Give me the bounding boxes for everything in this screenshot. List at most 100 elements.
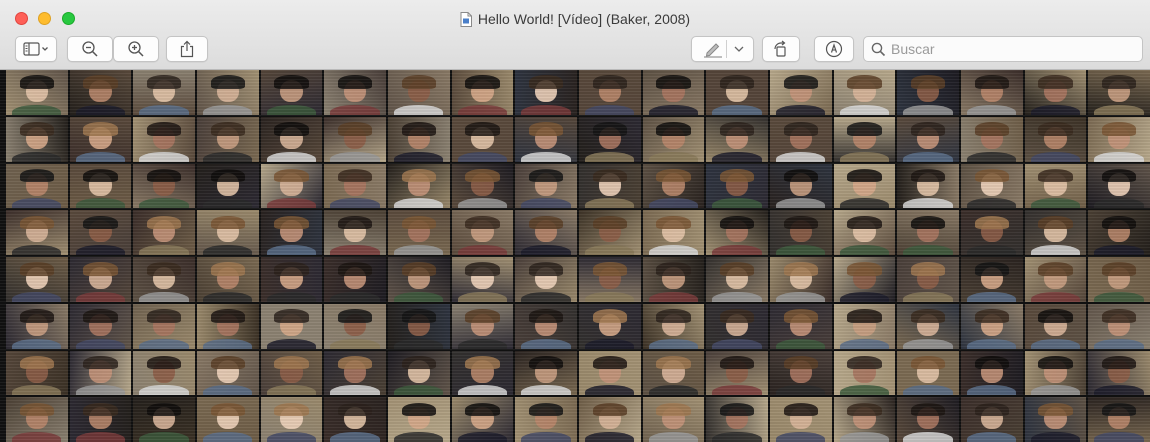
video-frame-subject bbox=[457, 291, 508, 302]
video-frame-subject bbox=[967, 432, 1017, 442]
video-frame-subject bbox=[203, 385, 253, 396]
zoom-out-button[interactable] bbox=[67, 36, 113, 62]
share-icon bbox=[179, 40, 195, 58]
video-frame-tile bbox=[133, 397, 195, 442]
video-frame-tile bbox=[69, 257, 132, 302]
zoom-in-button[interactable] bbox=[113, 36, 159, 62]
sidebar-toggle-button[interactable] bbox=[15, 36, 57, 62]
video-frame-subject bbox=[903, 385, 953, 396]
video-frame-tile bbox=[706, 303, 768, 349]
video-frame-subject bbox=[457, 151, 508, 162]
video-frame-subject bbox=[839, 291, 890, 302]
video-frame-tile bbox=[961, 70, 1023, 115]
video-frame-subject bbox=[776, 151, 826, 162]
video-frame-subject bbox=[457, 432, 508, 442]
video-frame-tile bbox=[1024, 210, 1087, 255]
video-frame-subject bbox=[712, 104, 762, 115]
video-frame-subject bbox=[457, 245, 508, 255]
video-frame-subject bbox=[12, 198, 62, 209]
video-frame-tile bbox=[133, 350, 195, 396]
video-frame-subject bbox=[203, 338, 253, 349]
video-frame-subject bbox=[1030, 104, 1081, 115]
video-frame-mosaic bbox=[6, 70, 1150, 442]
video-frame-subject bbox=[266, 104, 317, 115]
markup-toolbar-button[interactable] bbox=[814, 36, 854, 62]
video-frame-subject bbox=[967, 385, 1017, 396]
video-frame-tile bbox=[451, 350, 514, 396]
video-frame-tile bbox=[706, 70, 768, 115]
video-frame-tile bbox=[197, 397, 259, 442]
video-frame-tile bbox=[515, 397, 577, 442]
video-frame-subject bbox=[203, 151, 253, 162]
video-frame-subject bbox=[776, 338, 826, 349]
document-viewer[interactable] bbox=[0, 70, 1150, 442]
video-frame-subject bbox=[330, 104, 380, 115]
video-frame-subject bbox=[203, 198, 253, 209]
video-frame-tile bbox=[897, 303, 959, 349]
video-frame-subject bbox=[457, 198, 508, 209]
video-frame-tile bbox=[961, 116, 1023, 162]
video-frame-tile bbox=[1024, 163, 1087, 209]
video-frame-tile bbox=[69, 210, 132, 255]
video-frame-tile bbox=[1024, 303, 1087, 349]
video-frame-tile bbox=[324, 210, 386, 255]
chevron-down-icon[interactable] bbox=[733, 44, 745, 54]
video-frame-subject bbox=[139, 245, 189, 255]
video-frame-subject bbox=[585, 104, 635, 115]
video-frame-tile bbox=[579, 257, 641, 302]
video-frame-subject bbox=[1094, 245, 1144, 255]
video-frame-subject bbox=[330, 291, 380, 302]
share-button[interactable] bbox=[166, 36, 208, 62]
video-frame-subject bbox=[1030, 385, 1081, 396]
video-frame-subject bbox=[266, 291, 317, 302]
video-frame-subject bbox=[330, 385, 380, 396]
video-frame-tile bbox=[69, 303, 132, 349]
video-frame-subject bbox=[648, 338, 699, 349]
video-frame-subject bbox=[903, 104, 953, 115]
video-frame-subject bbox=[903, 291, 953, 302]
video-frame-tile bbox=[706, 397, 768, 442]
video-frame-subject bbox=[712, 151, 762, 162]
window-title: Hello World! [Vídeo] (Baker, 2008) bbox=[477, 11, 691, 27]
video-frame-subject bbox=[394, 338, 444, 349]
video-frame-tile bbox=[642, 163, 705, 209]
search-input[interactable] bbox=[891, 41, 1131, 57]
video-frame-subject bbox=[521, 198, 571, 209]
video-frame-subject bbox=[266, 198, 317, 209]
video-frame-tile bbox=[260, 303, 323, 349]
video-frame-tile bbox=[706, 163, 768, 209]
video-frame-tile bbox=[1088, 70, 1150, 115]
video-frame-subject bbox=[457, 385, 508, 396]
video-frame-tile bbox=[197, 210, 259, 255]
video-frame-tile bbox=[579, 303, 641, 349]
video-frame-tile bbox=[579, 350, 641, 396]
video-frame-subject bbox=[903, 151, 953, 162]
video-frame-tile bbox=[770, 303, 832, 349]
video-frame-tile bbox=[1088, 210, 1150, 255]
video-frame-tile bbox=[833, 303, 896, 349]
video-frame-tile bbox=[515, 210, 577, 255]
video-frame-subject bbox=[394, 151, 444, 162]
video-frame-tile bbox=[833, 350, 896, 396]
video-frame-subject bbox=[1094, 338, 1144, 349]
video-frame-tile bbox=[197, 350, 259, 396]
video-frame-subject bbox=[839, 385, 890, 396]
video-frame-subject bbox=[266, 245, 317, 255]
video-frame-subject bbox=[330, 151, 380, 162]
video-frame-subject bbox=[1094, 151, 1144, 162]
video-frame-subject bbox=[203, 104, 253, 115]
video-frame-tile bbox=[324, 257, 386, 302]
video-frame-tile bbox=[197, 303, 259, 349]
video-frame-subject bbox=[776, 291, 826, 302]
markup-pen-button[interactable] bbox=[691, 36, 754, 62]
search-field[interactable] bbox=[863, 36, 1143, 62]
markup-icon bbox=[825, 40, 843, 58]
video-frame-tile bbox=[897, 210, 959, 255]
video-frame-tile bbox=[897, 116, 959, 162]
video-frame-tile bbox=[388, 257, 450, 302]
rotate-button[interactable] bbox=[762, 36, 800, 62]
video-frame-tile bbox=[515, 303, 577, 349]
video-frame-subject bbox=[648, 245, 699, 255]
video-frame-subject bbox=[712, 245, 762, 255]
video-frame-subject bbox=[967, 245, 1017, 255]
